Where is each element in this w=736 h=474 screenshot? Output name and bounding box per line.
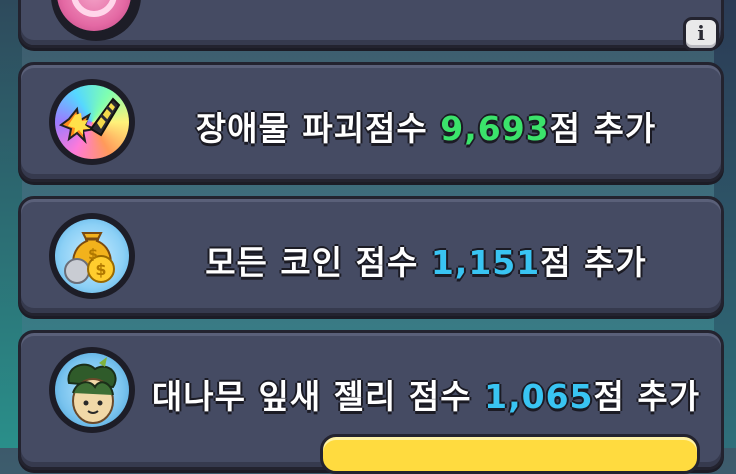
- confirm-button-partial[interactable]: [320, 434, 700, 474]
- bonus-value: 1,065: [484, 377, 594, 416]
- bonus-card-coin: $ $ 모든 코인 점수 1,151점 추가: [18, 196, 724, 316]
- coin-bag-icon: $ $: [55, 219, 129, 293]
- bonus-text: 모든 코인 점수 1,151점 추가: [205, 243, 647, 282]
- bonus-value: 1,151: [430, 243, 541, 282]
- bamboo-leaf-cookie-icon: [55, 353, 129, 427]
- bonus-icon-frame: [49, 79, 135, 165]
- bonus-icon-frame: [51, 0, 141, 41]
- info-button[interactable]: i: [683, 17, 719, 51]
- bonus-icon-frame: [49, 347, 135, 433]
- bonus-text: 대나무 잎새 젤리 점수 1,065점 추가: [151, 377, 701, 416]
- bonus-text: 장애물 파괴점수 9,693점 추가: [195, 109, 657, 148]
- pink-orb-icon: [57, 0, 131, 31]
- bonus-value: 9,693: [440, 109, 550, 148]
- svg-text:$: $: [88, 247, 98, 263]
- bonus-card-obstacle: 장애물 파괴점수 9,693점 추가: [18, 62, 724, 182]
- bonus-icon-frame: $ $: [49, 213, 135, 299]
- bonus-card-top-partial: [18, 0, 724, 48]
- obstacle-smash-icon: [55, 85, 129, 159]
